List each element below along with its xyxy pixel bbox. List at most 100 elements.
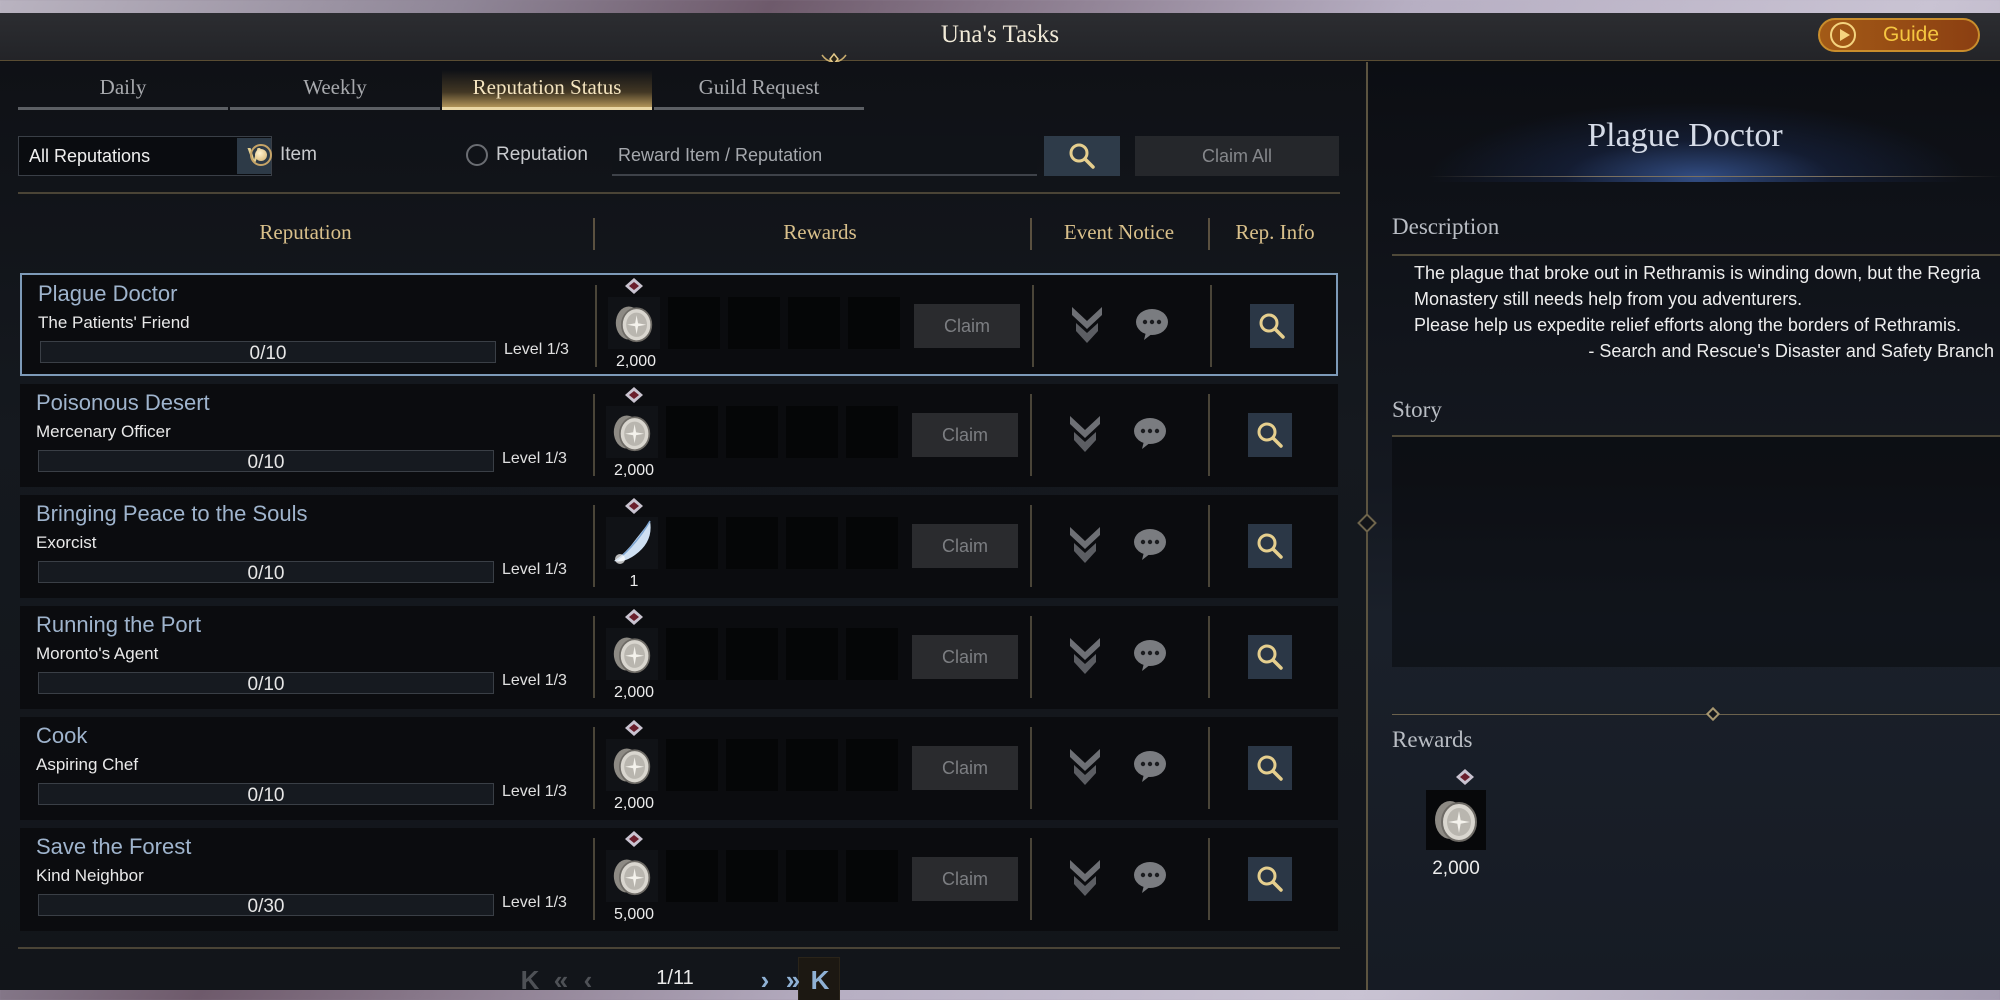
radio-reputation[interactable]: Reputation — [466, 144, 588, 166]
reward-slot — [786, 517, 838, 569]
claim-button[interactable]: Claim — [912, 857, 1018, 901]
pagination: K « ‹ 1/11 › » K — [0, 955, 1366, 1000]
reward-quantity: 1 — [629, 573, 639, 590]
reward-slot[interactable] — [606, 739, 658, 791]
double-chevron-down-icon[interactable] — [1070, 305, 1104, 345]
guide-button[interactable]: Guide — [1818, 18, 1980, 52]
reputation-title: Moronto's Agent — [36, 644, 159, 663]
description-heading: Description — [1392, 214, 1500, 239]
table-header: Reputation Rewards Event Notice Rep. Inf… — [18, 202, 1340, 262]
grade-gem-icon — [625, 498, 643, 514]
prev-ten-pages-icon[interactable]: « — [546, 963, 576, 997]
claim-button[interactable]: Claim — [912, 635, 1018, 679]
reward-slot — [666, 739, 718, 791]
double-chevron-down-icon[interactable] — [1068, 525, 1102, 565]
magnifier-icon — [1257, 644, 1283, 670]
prev-page-icon[interactable]: ‹ — [578, 963, 598, 997]
chat-bubble-icon[interactable] — [1132, 749, 1168, 783]
level-label: Level 1/3 — [502, 894, 567, 911]
magnifier-icon — [1257, 422, 1283, 448]
last-page-icon[interactable]: K — [808, 963, 832, 997]
rep-info-button[interactable] — [1250, 304, 1294, 348]
reward-slot — [786, 406, 838, 458]
reputation-detail-panel: Plague Doctor Description The plague tha… — [1357, 62, 2000, 990]
rep-info-button[interactable] — [1248, 413, 1292, 457]
tab-guild-request[interactable]: Guild Request — [654, 70, 864, 110]
radio-item[interactable]: Item — [250, 144, 317, 166]
tab-daily[interactable]: Daily — [18, 70, 228, 110]
next-page-icon[interactable]: › — [754, 963, 776, 997]
claim-button[interactable]: Claim — [912, 524, 1018, 568]
reputation-row[interactable]: Running the Port Moronto's Agent 0/10 Le… — [20, 606, 1338, 709]
reward-slot — [666, 628, 718, 680]
title-bar: Una's Tasks Guide — [0, 13, 2000, 66]
reputation-name: Plague Doctor — [38, 281, 178, 306]
reward-slot[interactable] — [608, 297, 660, 349]
reputation-title: Aspiring Chef — [36, 755, 139, 774]
reward-slot — [848, 297, 900, 349]
double-chevron-down-icon[interactable] — [1068, 636, 1102, 676]
rep-info-button[interactable] — [1248, 746, 1292, 790]
column-divider — [593, 394, 595, 476]
rep-info-button[interactable] — [1248, 635, 1292, 679]
reputation-row[interactable]: Poisonous Desert Mercenary Officer 0/10 … — [20, 384, 1338, 487]
chat-bubble-icon[interactable] — [1132, 860, 1168, 894]
chat-bubble-icon[interactable] — [1132, 638, 1168, 672]
double-chevron-down-icon[interactable] — [1068, 747, 1102, 787]
double-chevron-down-icon[interactable] — [1068, 414, 1102, 454]
tab-bar: Daily Weekly Reputation Status Guild Req… — [18, 70, 864, 110]
column-divider — [1208, 394, 1210, 476]
reward-item-slot[interactable] — [1426, 790, 1486, 850]
reward-slot — [786, 850, 838, 902]
una-tasks-window: Una's Tasks Guide Daily Weekly Reputatio… — [0, 13, 2000, 1000]
radio-item-label: Item — [280, 144, 317, 165]
reputation-row[interactable]: Cook Aspiring Chef 0/10 Level 1/3 2,000 … — [20, 717, 1338, 820]
silver-coin-icon — [1435, 801, 1477, 842]
reward-slot — [666, 850, 718, 902]
description-signature: - Search and Rescue's Disaster and Safet… — [1588, 341, 1994, 361]
double-chevron-down-icon[interactable] — [1068, 858, 1102, 898]
claim-all-button[interactable]: Claim All — [1135, 136, 1339, 176]
tab-reputation-status[interactable]: Reputation Status — [442, 70, 652, 110]
reward-slot[interactable] — [606, 517, 658, 569]
chat-bubble-icon[interactable] — [1132, 416, 1168, 450]
column-divider — [1030, 727, 1032, 809]
reward-slot[interactable] — [606, 406, 658, 458]
level-label: Level 1/3 — [504, 341, 569, 358]
claim-button[interactable]: Claim — [912, 746, 1018, 790]
chat-bubble-icon[interactable] — [1134, 307, 1170, 341]
level-label: Level 1/3 — [502, 450, 567, 467]
column-divider — [1208, 505, 1210, 587]
column-divider — [1030, 838, 1032, 920]
reward-slot[interactable] — [606, 850, 658, 902]
grade-gem-icon — [625, 609, 643, 625]
reward-slot — [668, 297, 720, 349]
search-input[interactable] — [612, 136, 1037, 176]
reputation-row[interactable]: Plague Doctor The Patients' Friend 0/10 … — [20, 273, 1338, 376]
rep-info-button[interactable] — [1248, 857, 1292, 901]
claim-button[interactable]: Claim — [914, 304, 1020, 348]
reputation-filter-dropdown[interactable]: All Reputations V — [18, 136, 272, 176]
reputation-row[interactable]: Bringing Peace to the Souls Exorcist 0/1… — [20, 495, 1338, 598]
rewards-divider — [1392, 714, 2000, 715]
reward-slot — [666, 517, 718, 569]
rep-info-button[interactable] — [1248, 524, 1292, 568]
reward-quantity: 5,000 — [613, 906, 655, 923]
chat-bubble-icon[interactable] — [1132, 527, 1168, 561]
column-divider — [1210, 285, 1212, 367]
next-ten-pages-icon[interactable]: » — [778, 963, 808, 997]
first-page-icon[interactable]: K — [518, 963, 542, 997]
divider-ornament-icon — [1705, 706, 1721, 722]
claim-button[interactable]: Claim — [912, 413, 1018, 457]
progress-text: 0/30 — [247, 896, 285, 917]
silver-coin-icon — [615, 306, 653, 343]
reputation-row[interactable]: Save the Forest Kind Neighbor 0/30 Level… — [20, 828, 1338, 931]
tab-weekly[interactable]: Weekly — [230, 70, 440, 110]
reward-quantity: 2,000 — [613, 462, 655, 479]
search-button[interactable] — [1044, 136, 1120, 176]
progress-text: 0/10 — [247, 563, 285, 584]
reward-slot — [726, 517, 778, 569]
reward-slot[interactable] — [606, 628, 658, 680]
dropdown-value: All Reputations — [29, 145, 151, 166]
description-text: The plague that broke out in Rethramis i… — [1414, 260, 1994, 364]
